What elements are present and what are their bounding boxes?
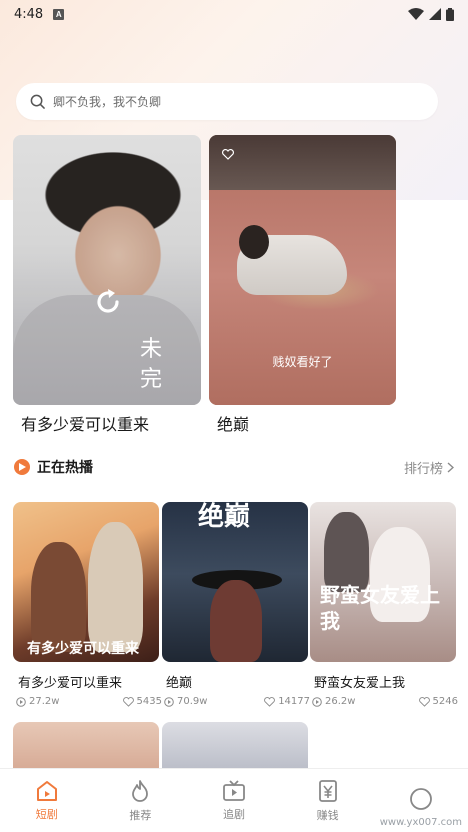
search-bar[interactable]: 卿不负我，我不负卿 — [16, 83, 438, 120]
money-icon — [318, 779, 337, 802]
drama-stats: 26.2w 5246 — [312, 696, 458, 707]
signal-icon — [429, 8, 441, 20]
play-count-icon — [164, 696, 174, 707]
drama-name[interactable]: 绝巅 — [166, 672, 192, 691]
tab-label: 短剧 — [35, 807, 58, 821]
poster-title: 有多少爱可以重来 — [27, 641, 139, 657]
featured-card[interactable]: 未完 — [13, 135, 201, 405]
tab-short-drama[interactable]: 短剧 — [0, 769, 94, 832]
status-bar: 4:48 A — [0, 0, 468, 28]
tab-label: 赚钱 — [316, 808, 339, 822]
ranking-label: 排行榜 — [403, 461, 443, 477]
drama-name[interactable]: 野蛮女友爱上我 — [314, 672, 405, 691]
featured-title[interactable]: 有多少爱可以重来 — [21, 411, 149, 435]
flame-icon — [132, 779, 149, 802]
heart-icon — [418, 696, 430, 707]
featured-card[interactable]: 贱奴看好了 — [209, 135, 396, 405]
poster-image-part — [31, 542, 86, 652]
chevron-right-icon — [447, 461, 454, 473]
watermark: www.yx007.com — [379, 817, 462, 828]
play-count-icon — [312, 696, 322, 707]
battery-icon — [446, 7, 454, 21]
section-header: 正在热播 排行榜 — [14, 456, 454, 478]
search-placeholder: 卿不负我，我不负卿 — [53, 95, 162, 109]
play-count-icon — [16, 696, 26, 707]
play-icon — [14, 459, 30, 475]
refresh-icon[interactable] — [91, 285, 125, 319]
drama-poster[interactable]: 有多少爱可以重来 — [13, 502, 159, 662]
drama-poster[interactable]: 野蛮女友爱上我 — [310, 502, 456, 662]
card-image-part — [209, 135, 396, 195]
card-overlay — [13, 135, 201, 405]
tab-label: 追剧 — [222, 807, 245, 821]
wifi-icon — [408, 8, 424, 20]
tab-recommend[interactable]: 推荐 — [94, 769, 188, 832]
view-count: 27.2w — [29, 696, 60, 707]
status-time: 4:48 — [14, 6, 44, 22]
view-count: 26.2w — [325, 696, 356, 707]
heart-icon — [264, 696, 276, 707]
unfinished-tag: 未完 — [139, 337, 162, 392]
tab-earn[interactable]: 赚钱 — [281, 769, 375, 832]
search-icon — [30, 94, 45, 109]
drama-stats: 70.9w 14177 — [164, 696, 310, 707]
like-count: 5246 — [432, 696, 458, 707]
profile-icon — [410, 787, 433, 810]
notification-badge: A — [53, 8, 65, 20]
poster-title: 野蛮女友爱上我 — [320, 583, 440, 633]
view-count: 70.9w — [177, 696, 208, 707]
poster-title: 绝巅 — [198, 502, 251, 532]
section-title: 正在热播 — [37, 460, 93, 476]
drama-poster[interactable] — [13, 722, 159, 772]
like-count: 14177 — [278, 696, 310, 707]
featured-title[interactable]: 绝巅 — [217, 411, 249, 435]
tab-follow[interactable]: 追剧 — [187, 769, 281, 832]
poster-image-part — [324, 512, 369, 592]
like-count: 5435 — [136, 696, 162, 707]
tv-icon — [223, 779, 245, 801]
drama-stats: 27.2w 5435 — [16, 696, 162, 707]
poster-image-part — [88, 522, 143, 652]
tab-label: 推荐 — [129, 808, 152, 822]
card-image-part — [209, 190, 396, 405]
card-image-part — [239, 225, 269, 259]
heart-icon — [122, 696, 134, 707]
drama-poster[interactable] — [162, 722, 308, 772]
drama-name[interactable]: 有多少爱可以重来 — [18, 672, 122, 691]
card-subtitle: 贱奴看好了 — [272, 355, 333, 369]
home-icon — [36, 780, 57, 801]
heart-icon[interactable] — [222, 149, 234, 160]
ranking-link[interactable]: 排行榜 — [404, 458, 454, 477]
drama-poster[interactable]: 绝巅 — [162, 502, 308, 662]
poster-image-part — [210, 580, 262, 662]
